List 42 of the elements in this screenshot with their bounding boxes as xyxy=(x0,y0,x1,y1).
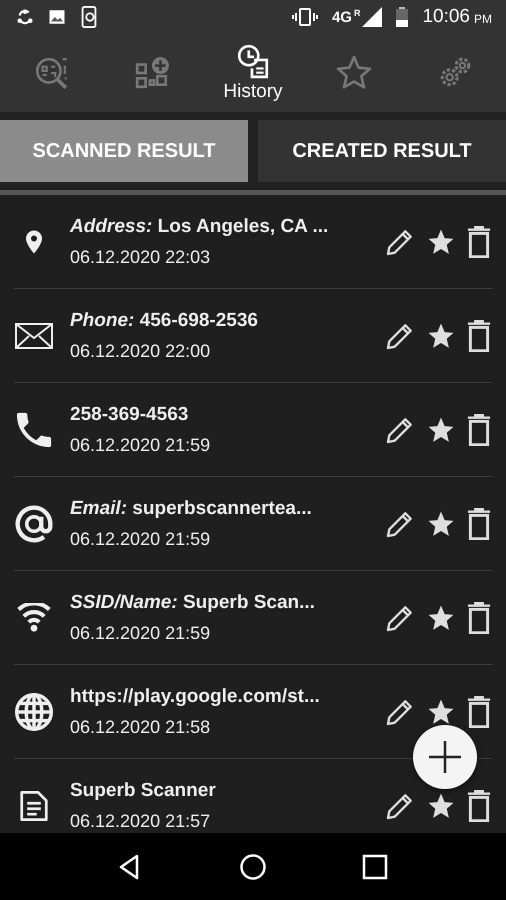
network-type: 4G xyxy=(332,8,352,26)
result-title: https://play.google.com/st... xyxy=(70,686,321,708)
trash-icon[interactable] xyxy=(466,226,492,258)
globe-icon xyxy=(15,692,53,730)
phone-sync-icon xyxy=(80,6,98,28)
result-title: Phone: 456-698-2536 xyxy=(70,310,259,332)
home-icon[interactable] xyxy=(239,852,267,880)
trash-icon[interactable] xyxy=(466,508,492,540)
result-date: 06.12.2020 22:03 xyxy=(70,246,212,268)
result-tab[interactable]: CREATED RESULT xyxy=(258,120,506,182)
result-date: 06.12.2020 21:59 xyxy=(70,528,212,550)
result-date: 06.12.2020 21:59 xyxy=(70,622,212,644)
phone-icon xyxy=(15,410,53,448)
result-title: 258-369-4563 xyxy=(70,404,190,426)
result-title: Email: superbscannertea... xyxy=(70,498,313,520)
result-date: 06.12.2020 21:58 xyxy=(70,716,212,738)
plus-icon xyxy=(428,740,462,774)
clock-period: PM xyxy=(474,12,492,26)
wifi-icon xyxy=(17,602,51,632)
battery-icon xyxy=(396,7,408,27)
signal-icon xyxy=(362,7,382,27)
trash-icon[interactable] xyxy=(466,602,492,634)
result-title: Superb Scanner xyxy=(70,780,217,802)
result-title: SSID/Name: Superb Scan... xyxy=(70,592,316,614)
vibrate-icon xyxy=(292,8,318,26)
image-icon xyxy=(48,8,66,26)
trash-icon[interactable] xyxy=(466,696,492,728)
result-title: Address: Los Angeles, CA ... xyxy=(70,216,330,238)
result-date: 06.12.2020 21:59 xyxy=(70,434,212,456)
trash-icon[interactable] xyxy=(466,790,492,822)
trash-icon[interactable] xyxy=(466,320,492,352)
result-date: 06.12.2020 21:57 xyxy=(70,810,212,832)
result-date: 06.12.2020 22:00 xyxy=(70,340,212,362)
envelope-icon xyxy=(15,322,53,350)
recents-icon[interactable] xyxy=(361,852,389,880)
roaming-indicator: R xyxy=(354,8,360,18)
sync-icon xyxy=(16,8,34,26)
star-icon xyxy=(336,55,372,91)
at-sign-icon xyxy=(15,504,53,542)
clock-time: 10:06 xyxy=(422,6,470,28)
trash-icon[interactable] xyxy=(466,414,492,446)
qr-code-plus-icon xyxy=(134,55,170,91)
